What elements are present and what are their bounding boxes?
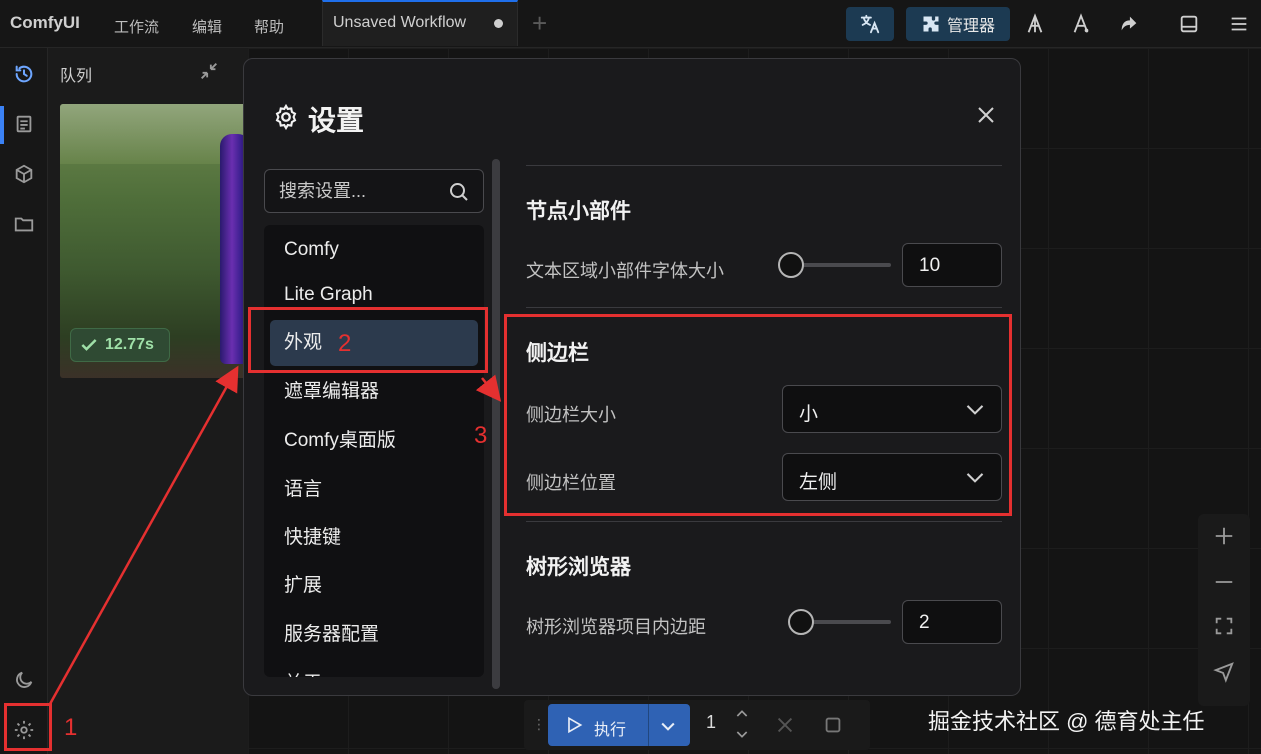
annotation-arrow-1-to-2: [48, 365, 239, 705]
watermark: 掘金技术社区 @ 德育处主任: [928, 709, 1205, 734]
annotation-arrows: [48, 365, 502, 705]
annotation-arrow-2-to-3: [475, 374, 502, 402]
